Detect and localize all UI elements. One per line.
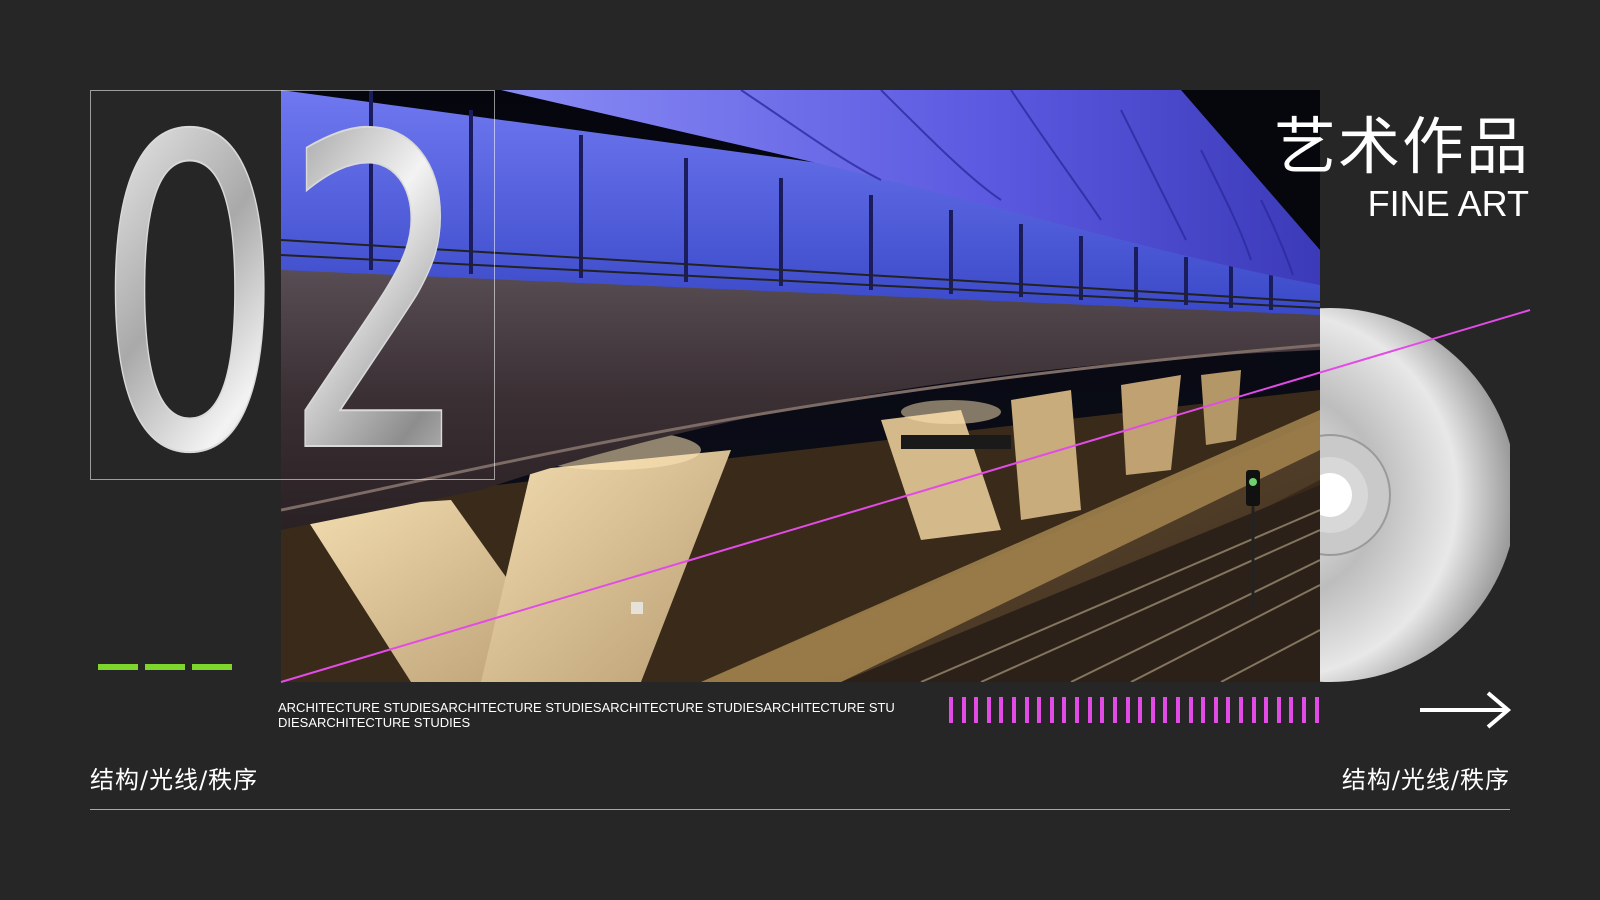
- caption-left: 结构/光线/秩序: [90, 766, 259, 794]
- slide: 02 艺术作品 FINE ART ARCHITECTURE STUDIESARC…: [0, 0, 1600, 900]
- pink-stripes-decoration: [949, 697, 1319, 723]
- page-subtitle: FINE ART: [1367, 183, 1529, 224]
- page-title: 艺术作品: [1273, 110, 1530, 183]
- tagline: ARCHITECTURE STUDIESARCHITECTURE STUDIES…: [278, 700, 895, 730]
- section-number-text: 02: [96, 96, 471, 476]
- caption-right: 结构/光线/秩序: [1341, 766, 1510, 794]
- cd-disc-icon: [1210, 308, 1510, 682]
- green-dash-decoration: [98, 664, 232, 670]
- bottom-divider: [90, 809, 1510, 810]
- arrow-right-icon[interactable]: [1418, 690, 1512, 730]
- section-number: 02: [96, 96, 496, 476]
